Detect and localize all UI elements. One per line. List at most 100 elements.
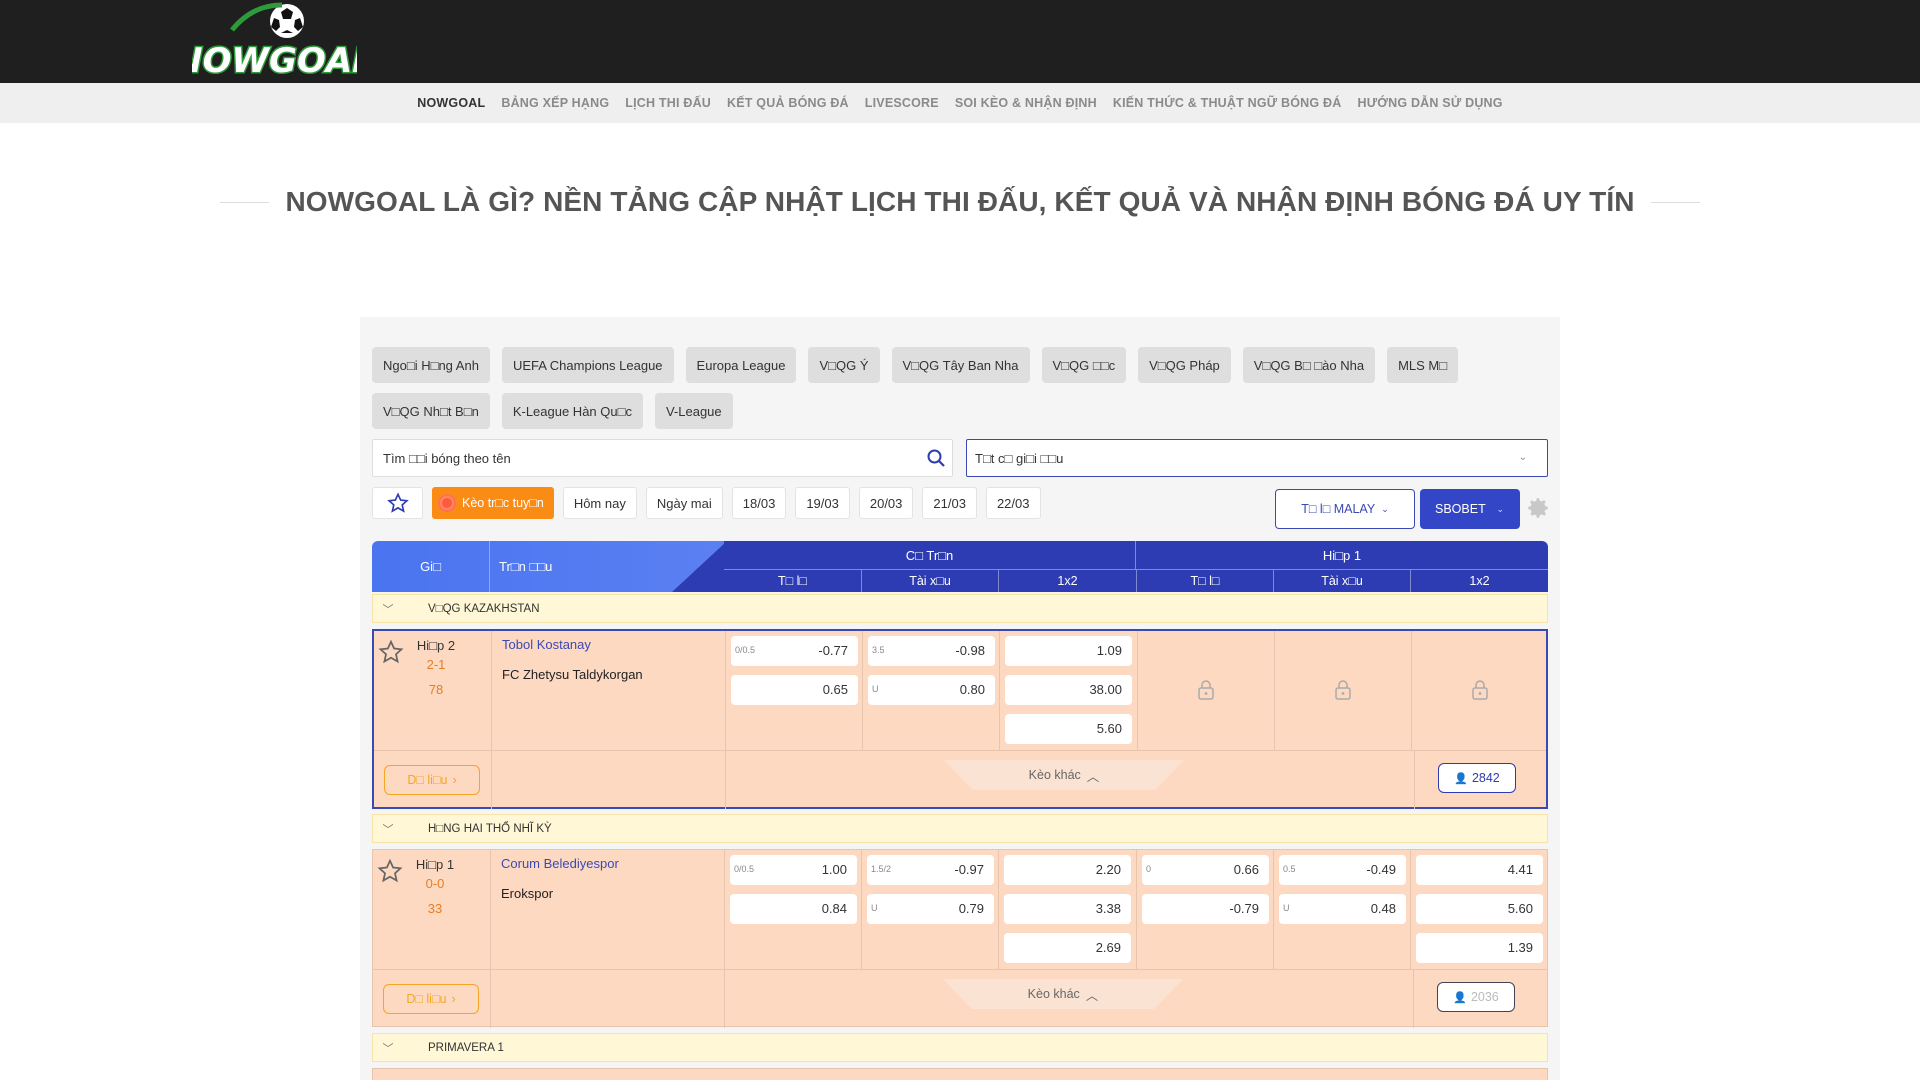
chip-league[interactable]: V□QG Nh□t B□n [372,393,490,429]
odds-value: -0.77 [818,643,848,658]
nowgoal-logo[interactable]: NOWGOAL [192,0,357,83]
odds-value: 0.66 [1233,862,1259,877]
match-score: 2-1 [426,657,446,672]
chip-league[interactable]: V□QG □□c [1041,347,1127,383]
nav-item-schedule[interactable]: LỊCH THI ĐẤU [624,96,712,110]
chip-league[interactable]: Europa League [685,347,797,383]
nav-item-results[interactable]: KẾT QUẢ BÓNG ĐÁ [726,96,850,110]
league-select[interactable]: T□t c□ gi□i □□u ⌄ [966,439,1548,477]
filter-today[interactable]: Hôm nay [562,487,637,519]
search-icon[interactable] [926,448,946,468]
league-header[interactable]: ﹀ PRIMAVERA 1 [372,1033,1548,1062]
odds-cell[interactable]: U 0.48 [1279,894,1406,924]
odds-value: -0.98 [955,643,985,658]
home-team[interactable]: Corum Belediyespor [501,856,619,871]
nav-item-guide[interactable]: HƯỚNG DẪN SỬ DỤNG [1356,96,1503,110]
match-row[interactable]: Hi□p 2 2-1 78 Tobol Kostanay FC Zhetysu … [372,629,1548,809]
bookmaker-select[interactable]: SBOBET ⌄ [1420,489,1520,529]
chevron-down-icon[interactable]: ﹀ [373,601,403,617]
header-match: Tr□n □□u [499,559,553,574]
odds-cell[interactable]: 0.65 [731,675,858,705]
odds-cell[interactable]: 1.39 [1416,933,1543,963]
chevron-down-icon[interactable]: ﹀ [373,821,403,837]
live-odds-button[interactable]: Kèo tr□c tuy□n [432,487,554,519]
chip-league[interactable]: V□QG B□ □ào Nha [1242,347,1376,383]
chip-league[interactable]: UEFA Champions League [501,347,674,383]
odds-type-select[interactable]: T□ l□ MALAY ⌄ [1275,489,1415,529]
league-header[interactable]: ﹀ H□NG HAI THỔ NHĨ KỲ [372,814,1548,843]
more-odds-button[interactable]: Kèo khác ︿ [943,979,1183,1009]
odds-cell[interactable]: 0/0.5 1.00 [730,855,857,885]
odds-cell[interactable]: 4.41 [1416,855,1543,885]
odds-value: 1.39 [1507,940,1533,955]
chevron-down-icon: ⌄ [1496,503,1504,514]
more-odds-button[interactable]: Kèo khác ︿ [944,760,1184,790]
chevron-right-icon: › [451,992,456,1006]
match-row[interactable]: Hi□p 1 0-0 33 Corum Belediyespor Erokspo… [372,849,1548,1028]
filter-date[interactable]: 22/03 [985,487,1041,519]
favorites-button[interactable] [372,487,423,519]
odds-cell[interactable]: 0/0.5 -0.77 [731,636,858,666]
match-minute: 33 [427,901,443,916]
match-row[interactable] [372,1068,1548,1080]
league-header[interactable]: ﹀ V□QG KAZAKHSTAN [372,594,1548,623]
odds-cell[interactable]: 2.20 [1004,855,1131,885]
filter-tomorrow[interactable]: Ngày mai [645,487,723,519]
gear-icon[interactable] [1525,495,1551,521]
filter-date[interactable]: 21/03 [922,487,977,519]
team-search-input[interactable]: Tìm □□i bóng theo tên [372,439,953,477]
odds-line: U [872,684,879,694]
chip-league[interactable]: V-League [654,393,733,429]
viewers-button[interactable]: 👤 2842 [1438,763,1516,793]
chip-league[interactable]: MLS M□ [1387,347,1459,383]
lock-icon [1472,680,1488,700]
match-time-cell: Hi□p 1 0-0 33 [373,850,491,969]
nav-item-nowgoal[interactable]: NOWGOAL [416,96,486,110]
favorite-star-icon[interactable] [377,858,403,884]
title-divider-right [1650,201,1700,203]
chip-league[interactable]: V□QG Ý [808,347,880,383]
odds-cell[interactable]: 2.69 [1004,933,1131,963]
nav-item-standings[interactable]: BẢNG XẾP HẠNG [500,96,610,110]
header-left: Gi□ Tr□n □□u [372,541,727,592]
odds-cell[interactable]: 1.09 [1005,636,1132,666]
odds-cell[interactable]: 0.84 [730,894,857,924]
filter-date[interactable]: 19/03 [795,487,850,519]
match-data-button[interactable]: D□ li□u › [384,765,480,795]
away-team[interactable]: FC Zhetysu Taldykorgan [502,667,643,682]
filter-date[interactable]: 18/03 [731,487,787,519]
odds-value: -0.79 [1229,901,1259,916]
odds-cell[interactable]: 38.00 [1005,675,1132,705]
odds-value: 0.80 [959,682,985,697]
odds-value: 4.41 [1507,862,1533,877]
nav-item-knowledge[interactable]: KIẾN THỨC & THUẬT NGỮ BÓNG ĐÁ [1112,96,1343,110]
home-team[interactable]: Tobol Kostanay [502,637,591,652]
odds-value: -0.97 [954,862,984,877]
chip-league[interactable]: Ngo□i H□ng Anh [372,347,490,383]
nav-item-predictions[interactable]: SOI KÈO & NHẬN ĐỊNH [954,96,1098,110]
chevron-down-icon[interactable]: ﹀ [373,1040,403,1056]
filter-date[interactable]: 20/03 [858,487,914,519]
away-team[interactable]: Erokspor [501,886,553,901]
chip-league[interactable]: K-League Hàn Qu□c [501,393,643,429]
header-first-half: Hi□p 1 [1136,541,1548,570]
odds-cell[interactable]: 5.60 [1005,714,1132,744]
match-data-label: D□ li□u [407,773,448,787]
odds-line: U [871,903,878,913]
nav-item-livescore[interactable]: LIVESCORE [864,96,940,110]
chip-league[interactable]: V□QG Tây Ban Nha [891,347,1030,383]
header-full-match: C□ Tr□n [724,541,1136,570]
odds-cell[interactable]: U 0.79 [867,894,994,924]
odds-cell[interactable]: 0 0.66 [1142,855,1269,885]
odds-cell[interactable]: -0.79 [1142,894,1269,924]
odds-cell[interactable]: 1.5/2 -0.97 [867,855,994,885]
odds-cell[interactable]: U 0.80 [868,675,995,705]
odds-cell[interactable]: 3.5 -0.98 [868,636,995,666]
chip-league[interactable]: V□QG Pháp [1138,347,1231,383]
odds-cell[interactable]: 5.60 [1416,894,1543,924]
match-data-button[interactable]: D□ li□u › [383,984,479,1014]
favorite-star-icon[interactable] [378,639,404,665]
odds-cell[interactable]: 0.5 -0.49 [1279,855,1406,885]
viewers-button[interactable]: 👤 2036 [1437,982,1515,1012]
odds-cell[interactable]: 3.38 [1004,894,1131,924]
